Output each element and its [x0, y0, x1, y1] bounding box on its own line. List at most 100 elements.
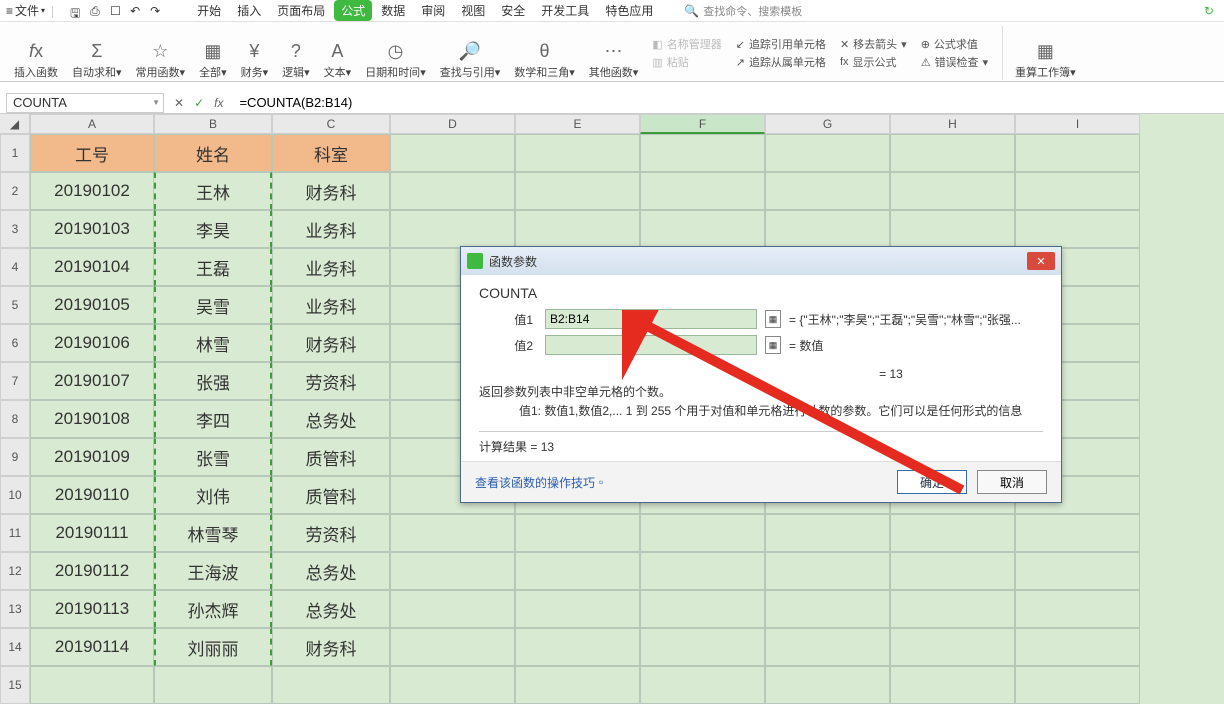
- cell-c5[interactable]: 业务科: [272, 286, 390, 324]
- cancel-icon[interactable]: ✕: [174, 96, 184, 110]
- tab-6[interactable]: 视图: [454, 0, 492, 21]
- empty-cell[interactable]: [765, 628, 890, 666]
- empty-cell[interactable]: [515, 590, 640, 628]
- empty-cell[interactable]: [765, 590, 890, 628]
- row-header-4[interactable]: 4: [0, 248, 30, 286]
- math-group[interactable]: θ数学和三角▾: [508, 26, 581, 80]
- empty-cell[interactable]: [272, 666, 390, 704]
- cell-a8[interactable]: 20190108: [30, 400, 154, 438]
- empty-cell[interactable]: [390, 172, 515, 210]
- col-header-H[interactable]: H: [890, 114, 1015, 134]
- cell-a3[interactable]: 20190103: [30, 210, 154, 248]
- empty-cell[interactable]: [390, 590, 515, 628]
- empty-cell[interactable]: [1015, 666, 1140, 704]
- empty-cell[interactable]: [890, 514, 1015, 552]
- empty-cell[interactable]: [765, 666, 890, 704]
- autosum-group[interactable]: Σ自动求和▾: [66, 26, 128, 80]
- close-button[interactable]: ✕: [1027, 252, 1055, 270]
- col-header-G[interactable]: G: [765, 114, 890, 134]
- tab-7[interactable]: 安全: [494, 0, 532, 21]
- empty-cell[interactable]: [640, 666, 765, 704]
- sync-icon[interactable]: ↻: [1204, 4, 1218, 18]
- cell-b2[interactable]: 王林: [154, 172, 272, 210]
- empty-cell[interactable]: [1015, 552, 1140, 590]
- dialog-titlebar[interactable]: 函数参数 ✕: [461, 247, 1061, 275]
- cell-c12[interactable]: 总务处: [272, 552, 390, 590]
- trace-dependents[interactable]: ↗ 追踪从属单元格: [736, 54, 826, 70]
- empty-cell[interactable]: [1015, 628, 1140, 666]
- cell-a5[interactable]: 20190105: [30, 286, 154, 324]
- empty-cell[interactable]: [154, 666, 272, 704]
- empty-cell[interactable]: [515, 628, 640, 666]
- row-header-14[interactable]: 14: [0, 628, 30, 666]
- arg1-input[interactable]: [545, 309, 757, 329]
- file-menu[interactable]: ≡ 文件 ▾: [6, 2, 45, 19]
- empty-cell[interactable]: [640, 552, 765, 590]
- empty-cell[interactable]: [390, 628, 515, 666]
- empty-cell[interactable]: [890, 172, 1015, 210]
- col-header-E[interactable]: E: [515, 114, 640, 134]
- cell-b6[interactable]: 林雪: [154, 324, 272, 362]
- logical-group[interactable]: ?逻辑▾: [276, 26, 316, 80]
- empty-cell[interactable]: [390, 134, 515, 172]
- show-formulas[interactable]: fx 显示公式: [840, 54, 907, 70]
- empty-cell[interactable]: [1015, 172, 1140, 210]
- row-header-7[interactable]: 7: [0, 362, 30, 400]
- name-manager-button[interactable]: ◧ 名称管理器: [652, 36, 721, 52]
- empty-cell[interactable]: [515, 514, 640, 552]
- tab-2[interactable]: 页面布局: [270, 0, 332, 21]
- empty-cell[interactable]: [640, 172, 765, 210]
- empty-cell[interactable]: [890, 552, 1015, 590]
- financial-group[interactable]: ¥财务▾: [235, 26, 275, 80]
- col-header-I[interactable]: I: [1015, 114, 1140, 134]
- select-all-corner[interactable]: ◢: [0, 114, 30, 134]
- empty-cell[interactable]: [890, 628, 1015, 666]
- cell-a12[interactable]: 20190112: [30, 552, 154, 590]
- row-header-10[interactable]: 10: [0, 476, 30, 514]
- ok-button[interactable]: 确定: [897, 470, 967, 494]
- cell-c3[interactable]: 业务科: [272, 210, 390, 248]
- cell-a13[interactable]: 20190113: [30, 590, 154, 628]
- tab-9[interactable]: 特色应用: [598, 0, 660, 21]
- cell-c8[interactable]: 总务处: [272, 400, 390, 438]
- enter-icon[interactable]: ✓: [194, 96, 204, 110]
- empty-cell[interactable]: [640, 210, 765, 248]
- row-header-8[interactable]: 8: [0, 400, 30, 438]
- col-header-C[interactable]: C: [272, 114, 390, 134]
- row-header-3[interactable]: 3: [0, 210, 30, 248]
- empty-cell[interactable]: [890, 590, 1015, 628]
- empty-cell[interactable]: [765, 514, 890, 552]
- tab-3[interactable]: 公式: [334, 0, 372, 21]
- empty-cell[interactable]: [1015, 134, 1140, 172]
- col-header-A[interactable]: A: [30, 114, 154, 134]
- cell-b10[interactable]: 刘伟: [154, 476, 272, 514]
- empty-cell[interactable]: [1015, 590, 1140, 628]
- remove-arrows[interactable]: ✕ 移去箭头 ▾: [840, 36, 907, 52]
- empty-cell[interactable]: [640, 590, 765, 628]
- cell-c7[interactable]: 劳资科: [272, 362, 390, 400]
- row-header-12[interactable]: 12: [0, 552, 30, 590]
- print-icon[interactable]: ⎙: [90, 4, 104, 18]
- cell-c11[interactable]: 劳资科: [272, 514, 390, 552]
- undo-icon[interactable]: ↶: [130, 4, 144, 18]
- cell-b13[interactable]: 孙杰辉: [154, 590, 272, 628]
- cell-a4[interactable]: 20190104: [30, 248, 154, 286]
- name-box[interactable]: COUNTA ▼: [6, 93, 164, 113]
- row-header-15[interactable]: 15: [0, 666, 30, 704]
- more-group[interactable]: ⋯其他函数▾: [583, 26, 645, 80]
- cell-a2[interactable]: 20190102: [30, 172, 154, 210]
- cell-b14[interactable]: 刘丽丽: [154, 628, 272, 666]
- tab-4[interactable]: 数据: [374, 0, 412, 21]
- empty-cell[interactable]: [390, 552, 515, 590]
- cell-c10[interactable]: 质管科: [272, 476, 390, 514]
- redo-icon[interactable]: ↷: [150, 4, 164, 18]
- cell-b12[interactable]: 王海波: [154, 552, 272, 590]
- cell-b5[interactable]: 吴雪: [154, 286, 272, 324]
- cell-b8[interactable]: 李四: [154, 400, 272, 438]
- range-selector-icon[interactable]: ▦: [765, 336, 781, 354]
- evaluate-formula[interactable]: ⊕ 公式求值: [921, 36, 988, 52]
- trace-precedents[interactable]: ↙ 追踪引用单元格: [736, 36, 826, 52]
- recalc-group[interactable]: ▦重算工作簿▾: [1002, 26, 1082, 80]
- cell-a6[interactable]: 20190106: [30, 324, 154, 362]
- empty-cell[interactable]: [890, 666, 1015, 704]
